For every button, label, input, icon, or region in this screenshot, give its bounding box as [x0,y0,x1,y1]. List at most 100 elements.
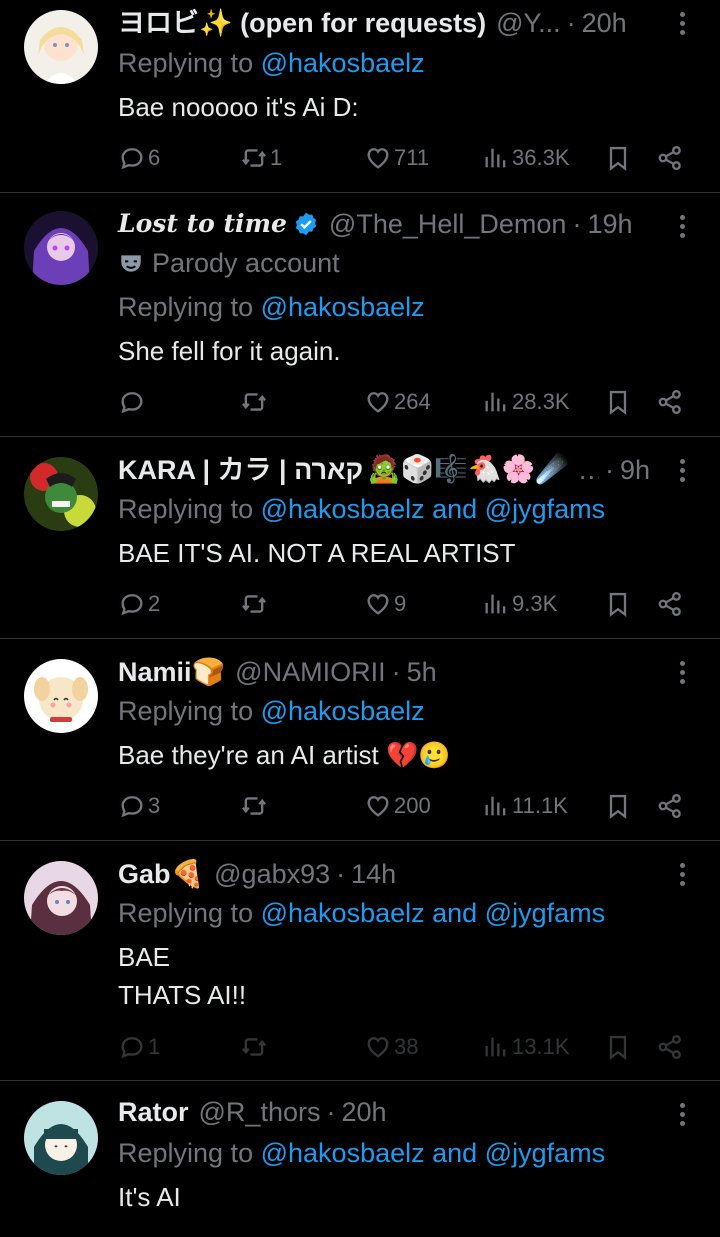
views-button[interactable]: 11.1K [482,789,568,823]
reply-button[interactable] [118,385,148,419]
mention-link[interactable]: @hakosbaelz and @jygfams [261,494,606,524]
display-name[interactable]: KARA | カラ | קארה [118,453,363,487]
retweet-icon [240,388,268,416]
replying-to-label: Replying to [118,1138,254,1168]
reply-button[interactable]: 3 [118,789,160,823]
timestamp[interactable]: 9h [620,453,650,487]
views-button[interactable]: 28.3K [482,385,570,419]
user-handle[interactable]: ... [579,453,599,487]
replying-to: Replying to @hakosbaelz [118,46,425,80]
name-emojis: 🧟🎲🎼🐔🌸☄️ [367,454,569,485]
display-name[interactable]: Lost to time [118,207,287,241]
more-icon[interactable] [670,1097,694,1131]
user-handle[interactable]: @NAMIORII [235,655,385,689]
retweet-button[interactable] [240,385,270,419]
separator-dot: · [604,455,614,485]
timestamp[interactable]: 14h [351,857,396,891]
avatar[interactable] [24,457,98,531]
avatar[interactable] [24,10,98,84]
tweet[interactable]: Namii🍞 @NAMIORII · 5h Replying to @hakos… [0,639,720,841]
bookmark-button[interactable] [604,141,632,175]
user-handle[interactable]: @R_thors [199,1095,321,1129]
parody-label-text: Parody account [152,248,340,278]
heart-icon [364,1033,392,1061]
more-icon[interactable] [670,655,694,689]
share-button[interactable] [656,789,684,823]
mention-link[interactable]: @hakosbaelz and @jygfams [261,898,606,928]
share-icon [656,1033,684,1061]
share-icon [656,792,684,820]
user-handle[interactable]: @The_Hell_Demon [329,207,567,241]
tweet[interactable]: KARA | カラ | קארה 🧟🎲🎼🐔🌸☄️ ... · 9h Replyi… [0,437,720,639]
mention-link[interactable]: @hakosbaelz and @jygfams [261,1138,606,1168]
mention-link[interactable]: @hakosbaelz [261,48,425,78]
separator-dot: · [326,1097,336,1127]
timestamp[interactable]: 5h [407,655,437,689]
avatar[interactable] [24,861,98,935]
share-button[interactable] [656,141,684,175]
bookmark-button[interactable] [604,587,632,621]
tweet[interactable]: Gab🍕 @gabx93 · 14h Replying to @hakosbae… [0,841,720,1081]
user-handle[interactable]: @gabx93 [214,857,330,891]
like-count: 711 [394,145,430,170]
timestamp[interactable]: 20h [582,6,627,40]
share-button[interactable] [656,587,684,621]
tweet-actions: 2 9 9.3K [118,587,688,621]
bookmark-button[interactable] [604,789,632,823]
mention-link[interactable]: @hakosbaelz [261,292,425,322]
tweet-header: Lost to time @The_Hell_Demon · 19h [118,207,650,241]
like-button[interactable]: 711 [364,141,429,175]
timestamp[interactable]: 19h [587,207,632,241]
like-count: 38 [394,1034,419,1059]
retweet-button[interactable] [240,1030,270,1064]
bookmark-button[interactable] [604,385,632,419]
mention-link[interactable]: @hakosbaelz [261,696,425,726]
like-button[interactable]: 264 [364,385,431,419]
reply-icon [118,1033,146,1061]
views-button[interactable]: 9.3K [482,587,557,621]
more-icon[interactable] [670,453,694,487]
retweet-button[interactable] [240,587,270,621]
display-name[interactable]: ヨロビ✨ (open for requests) [118,6,486,40]
display-name[interactable]: Namii🍞 [118,655,225,689]
more-icon[interactable] [670,209,694,243]
reply-button[interactable]: 2 [118,587,160,621]
like-button[interactable]: 38 [364,1030,418,1064]
share-button[interactable] [656,385,684,419]
reply-button[interactable]: 1 [118,1030,160,1064]
retweet-button[interactable] [240,789,270,823]
user-handle[interactable]: @Y... [496,6,560,40]
view-count: 9.3K [512,591,558,616]
tweet-text: BAE IT'S AI. NOT A REAL ARTIST [118,538,516,568]
tweet-header: Rator @R_thors · 20h [118,1095,650,1129]
display-name[interactable]: Rator [118,1095,189,1129]
timestamp[interactable]: 20h [341,1095,386,1129]
replying-to-label: Replying to [118,48,254,78]
avatar[interactable] [24,1101,98,1175]
bookmark-icon [604,590,632,618]
separator-dot: · [566,8,576,38]
display-name[interactable]: Gab🍕 [118,857,204,891]
views-button[interactable]: 13.1K [482,1030,570,1064]
like-button[interactable]: 200 [364,789,431,823]
tweet[interactable]: Lost to time @The_Hell_Demon · 19h Parod… [0,193,720,437]
avatar[interactable] [24,659,98,733]
avatar[interactable] [24,211,98,285]
heart-icon [364,144,392,172]
replying-to-label: Replying to [118,898,254,928]
bookmark-icon [604,388,632,416]
tweet[interactable]: Rator @R_thors · 20h Replying to @hakosb… [0,1081,720,1237]
tweet-header: KARA | カラ | קארה 🧟🎲🎼🐔🌸☄️ ... · 9h [118,453,650,487]
more-icon[interactable] [670,857,694,891]
bookmark-button[interactable] [604,1030,632,1064]
retweet-button[interactable]: 1 [240,141,282,175]
views-button[interactable]: 36.3K [482,141,570,175]
tweet-actions: 6 1 711 36.3K [118,141,688,175]
share-button[interactable] [656,1030,684,1064]
retweet-icon [240,144,268,172]
reply-button[interactable]: 6 [118,141,160,175]
views-icon [482,1033,510,1061]
like-button[interactable]: 9 [364,587,406,621]
tweet[interactable]: ヨロビ✨ (open for requests) @Y... · 20h Rep… [0,0,720,193]
more-icon[interactable] [670,6,694,40]
